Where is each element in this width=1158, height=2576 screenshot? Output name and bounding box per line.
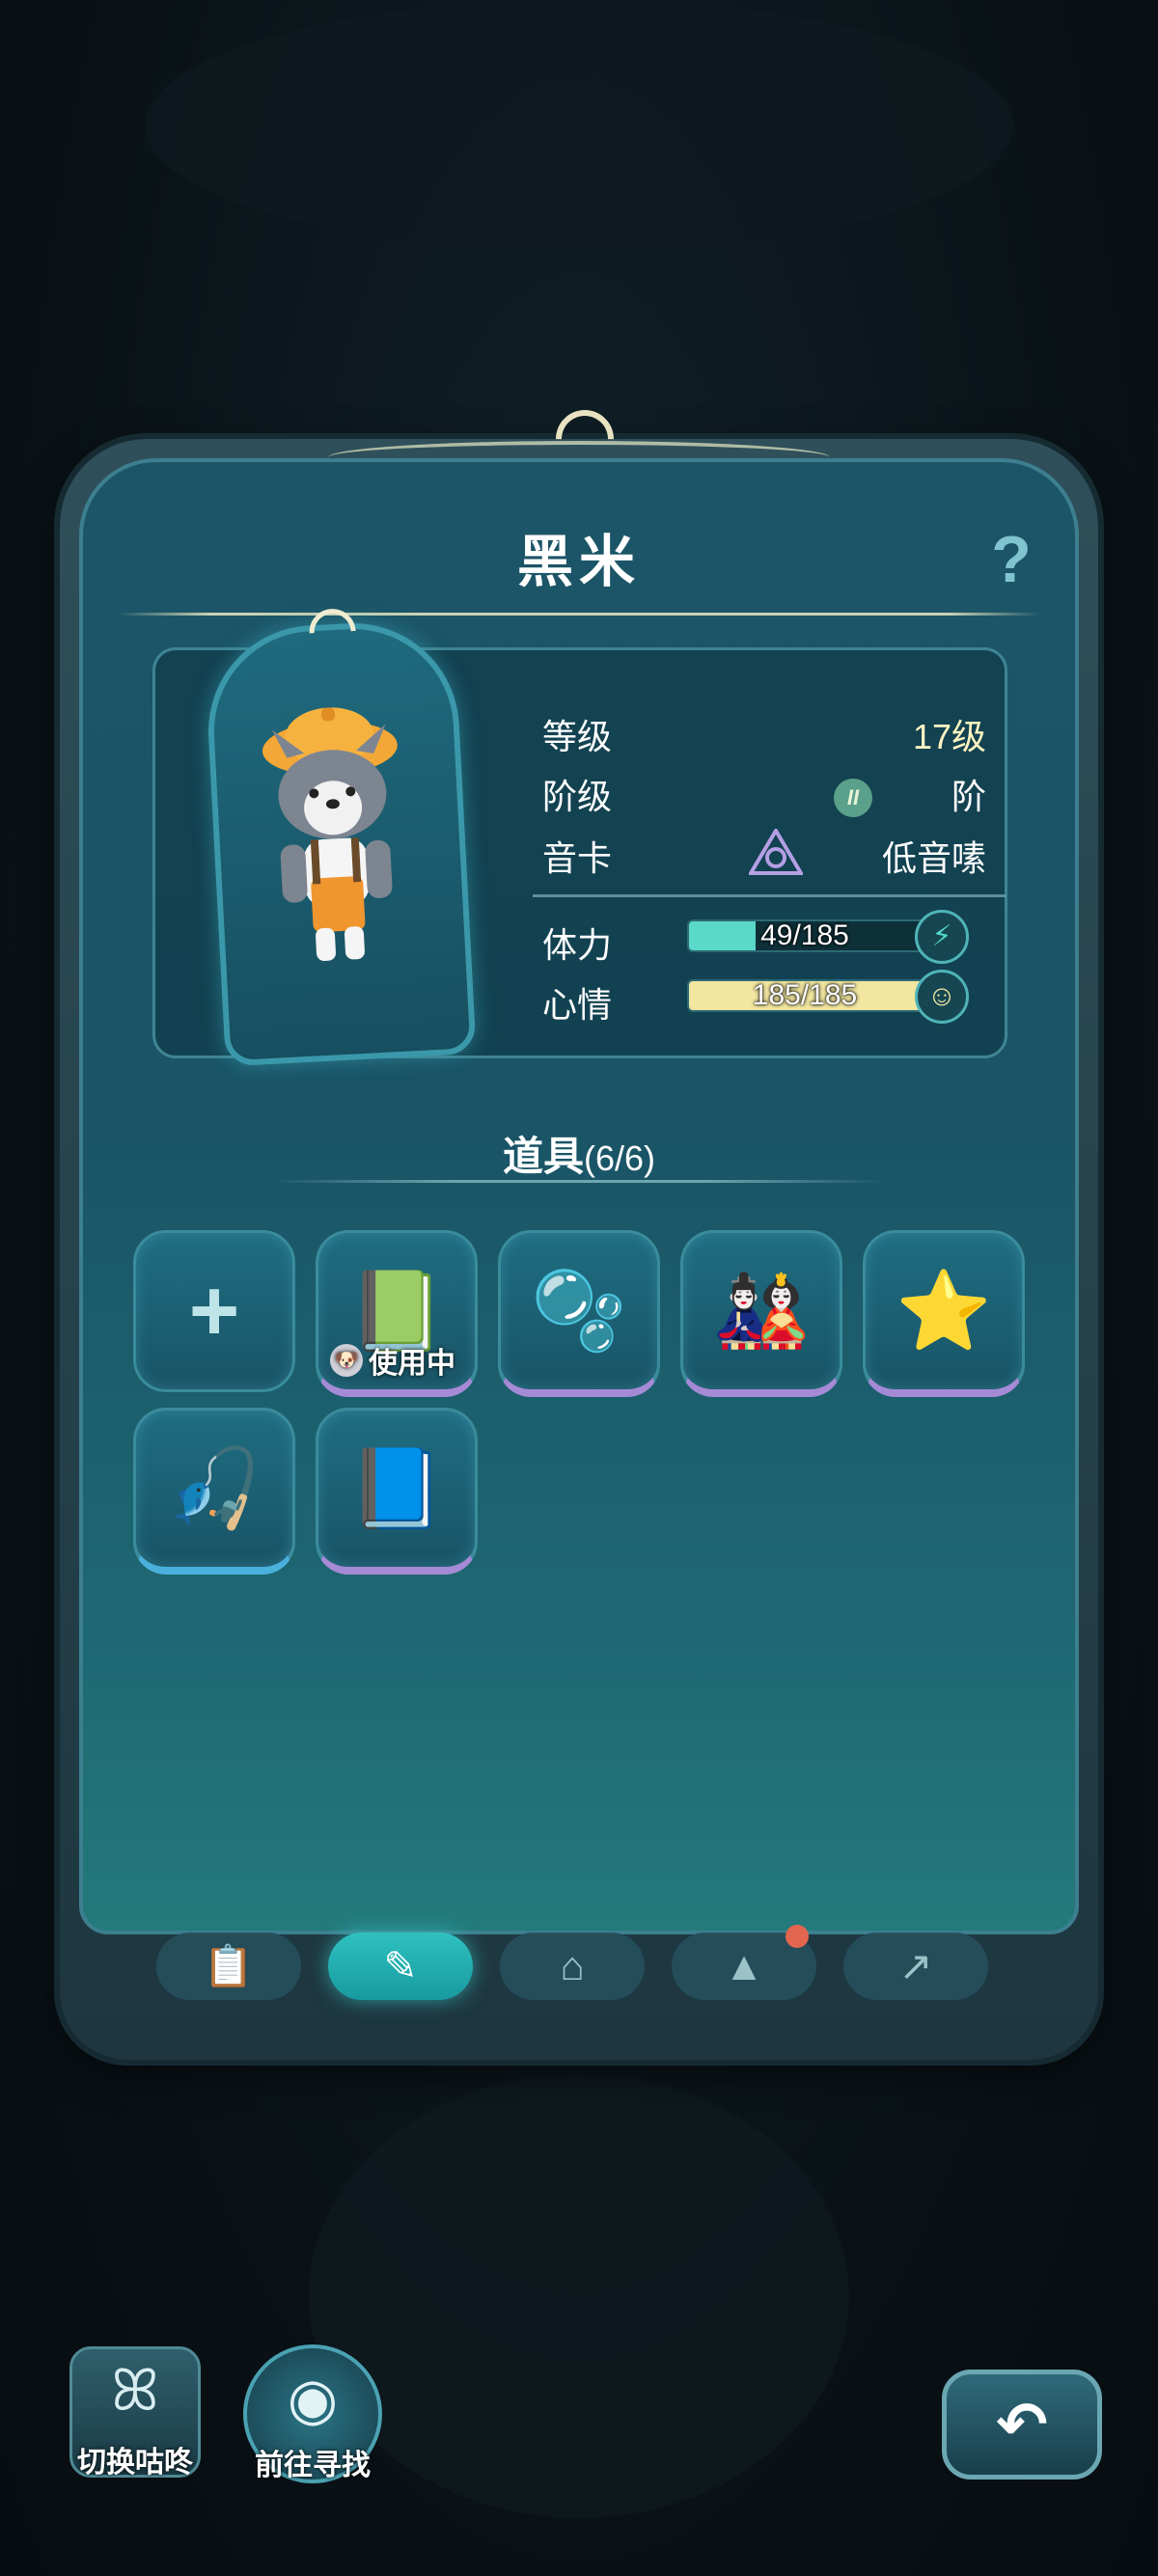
bunny-icon: ꕤ <box>111 2358 159 2423</box>
tab-cat-upgrade[interactable]: ▲ <box>672 1925 816 2000</box>
dog-avatar-icon: 🐶 <box>330 1344 363 1377</box>
in-use-text: 使用中 <box>369 1348 455 1380</box>
tools-icon: ✎ <box>383 1943 418 1988</box>
tab-tools[interactable]: ✎ <box>328 1932 473 2000</box>
items-section-title: 道具(6/6) <box>60 1124 1098 1183</box>
red-hat-doll-icon: 🎎 <box>713 1268 810 1354</box>
blue-book-icon: 📘 <box>348 1445 445 1531</box>
tier-value: 阶 <box>951 777 986 816</box>
notification-dot <box>786 1925 809 1948</box>
switch-label: 切换咕咚 <box>77 2447 193 2479</box>
items-count: (6/6) <box>583 1138 656 1178</box>
item-slot[interactable]: 🫧 <box>498 1230 660 1397</box>
lightning-icon: ⚡ <box>915 910 969 964</box>
hanger-icon: ⌂ <box>560 1943 585 1988</box>
add-icon: + <box>188 1263 240 1359</box>
tab-hanger[interactable]: ⌂ <box>500 1932 645 2000</box>
in-use-badge: 🐶 使用中 <box>330 1341 455 1380</box>
tab-cat-evolve[interactable]: ↗ <box>843 1932 988 2000</box>
switch-character-button[interactable]: ꕤ 切换咕咚 <box>69 2346 201 2479</box>
cat-evolve-icon: ↗ <box>898 1943 933 1988</box>
add-item-button[interactable]: + <box>133 1230 295 1392</box>
find-button[interactable]: ◉ 前往寻找 <box>243 2344 382 2483</box>
find-icon: ◉ <box>287 2367 339 2431</box>
sound-card-icon <box>749 829 803 875</box>
tab-clipboard[interactable]: 📋 <box>156 1932 301 2000</box>
tier-label: 阶级 <box>542 777 613 816</box>
card-label: 音卡 <box>542 838 613 878</box>
level-value: 17级 <box>912 717 986 756</box>
item-slot[interactable]: 🎎 <box>680 1230 842 1397</box>
mood-bar: 185/185 <box>687 979 942 1012</box>
tier-badge: II <box>834 779 872 817</box>
item-slot[interactable]: 🎣 <box>133 1408 295 1575</box>
stamina-bar: 49/185 <box>687 919 942 952</box>
fishing-rod-icon: 🎣 <box>166 1445 262 1531</box>
character-panel: 黑米 ? 等级 17级 阶级 II 阶 音卡 低音嗉 体力 49/185 ⚡ 心… <box>60 397 1098 2060</box>
item-slot[interactable]: 📘 <box>316 1408 478 1575</box>
background-blob <box>145 0 1013 251</box>
bubble-icon: 🫧 <box>531 1268 627 1354</box>
stamina-label: 体力 <box>542 925 613 965</box>
smile-icon: ☺ <box>915 970 969 1024</box>
clipboard-icon: 📋 <box>203 1943 255 1988</box>
title-divider <box>118 613 1040 616</box>
find-label: 前往寻找 <box>255 2450 371 2481</box>
star-balloon-icon: ⭐ <box>896 1268 992 1354</box>
character-name: 黑米 <box>516 531 641 593</box>
help-icon[interactable]: ? <box>982 526 1040 593</box>
mood-label: 心情 <box>542 985 613 1025</box>
mood-text: 185/185 <box>752 979 858 1011</box>
item-slot[interactable]: ⭐ <box>863 1230 1025 1397</box>
cat-upgrade-icon: ▲ <box>724 1943 764 1988</box>
back-button[interactable]: ↶ <box>942 2370 1102 2480</box>
items-divider <box>272 1180 886 1183</box>
card-value: 低音嗉 <box>881 838 986 878</box>
items-title: 道具 <box>502 1134 584 1179</box>
stamina-text: 49/185 <box>760 919 849 951</box>
stats-divider <box>533 894 1006 897</box>
item-slot[interactable]: 📗 🐶 使用中 <box>316 1230 478 1397</box>
character-card[interactable] <box>203 599 477 1067</box>
level-label: 等级 <box>542 717 613 756</box>
character-portrait <box>262 707 398 961</box>
tab-bar: 📋 ✎ ⌂ ▲ ↗ <box>156 1925 1006 2015</box>
